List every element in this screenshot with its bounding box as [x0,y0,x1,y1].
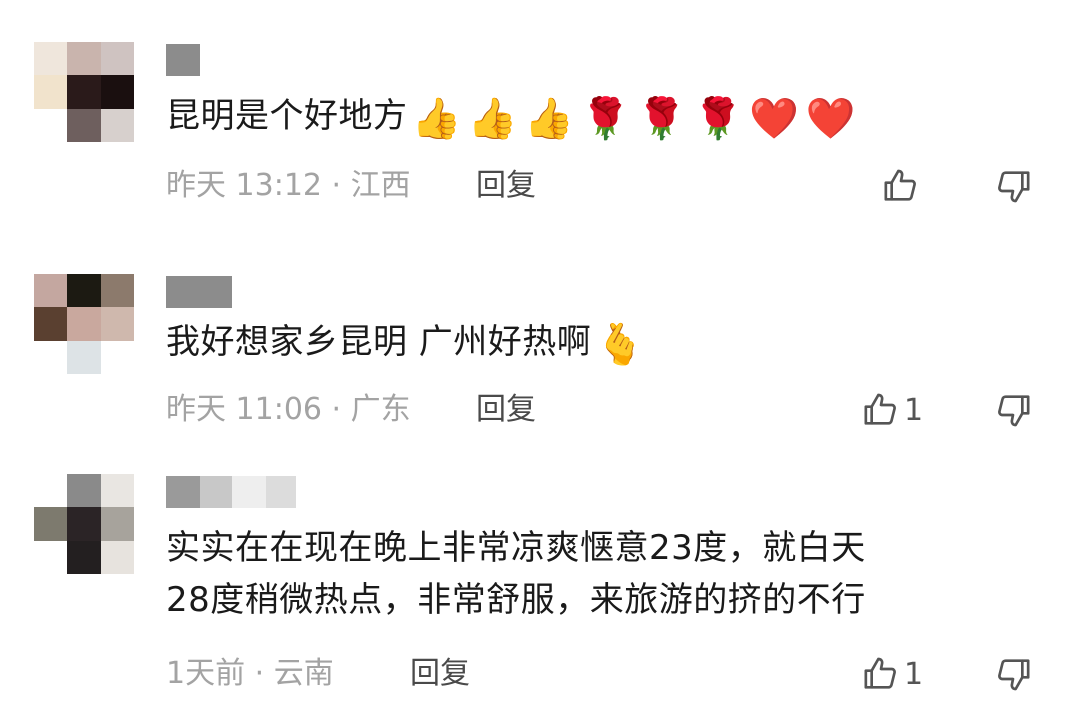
rose-emoji-icon: 🌹 [580,96,631,142]
emoji-group: 🫰 [595,318,651,370]
thumbs-down-icon [998,395,1030,427]
rose-emoji-icon: 🌹 [693,96,744,142]
rose-emoji-icon: 🌹 [636,96,688,142]
thumbs-up-icon [864,393,896,425]
comment-text-body: 昆明是个好地方 [166,96,408,136]
reply-button[interactable]: 回复 [410,654,470,694]
heart-emoji-icon: ❤️ [749,96,800,142]
comment-text-body: 我好想家乡昆明 广州好热啊 [166,322,592,362]
dislike-button[interactable] [994,388,1034,432]
reply-button[interactable]: 回复 [476,390,536,430]
like-count: 1 [904,392,924,428]
emoji-group: 👍 👍 👍 🌹 🌹 🌹 ❤️ ❤️ [412,92,863,144]
thumbs-up-emoji-icon: 👍 [524,96,575,142]
avatar[interactable] [34,274,134,374]
like-button[interactable]: 1 [860,652,923,696]
comment-meta: 昨天 13:12 · 江西 [166,168,411,203]
like-button[interactable]: 1 [860,388,923,432]
thumbs-down-icon [998,171,1030,203]
dislike-button[interactable] [994,652,1034,696]
comment-meta: 1天前 · 云南 [166,656,334,691]
username-pixelated[interactable] [166,44,200,76]
comment-meta: 昨天 11:06 · 广东 [166,392,411,427]
username-pixelated[interactable] [166,476,296,508]
thumbs-up-emoji-icon: 👍 [467,96,519,142]
username-pixelated[interactable] [166,276,232,308]
thumbs-up-icon [884,169,916,201]
thumbs-down-icon [998,659,1030,691]
reply-button[interactable]: 回复 [476,166,536,206]
comment-text: 实实在在现在晚上非常凉爽惬意23度，就白天 28度稍微热点，非常舒服，来旅游的挤… [166,522,866,626]
thumbs-up-icon [864,657,896,689]
avatar[interactable] [34,42,134,142]
finger-heart-emoji-icon: 🫰 [595,322,646,368]
like-count: 1 [904,656,924,692]
thumbs-up-emoji-icon: 👍 [411,96,462,142]
comment-text-line: 实实在在现在晚上非常凉爽惬意23度，就白天 [166,528,866,568]
comment-text-line: 28度稍微热点，非常舒服，来旅游的挤的不行 [166,580,866,620]
dislike-button[interactable] [994,164,1034,208]
like-button[interactable] [880,164,924,208]
heart-emoji-icon: ❤️ [805,96,856,142]
comment-text: 我好想家乡昆明 广州好热啊 🫰 [166,316,652,370]
comment-text: 昆明是个好地方 👍 👍 👍 🌹 🌹 🌹 ❤️ ❤️ [166,90,862,144]
avatar[interactable] [34,474,134,574]
